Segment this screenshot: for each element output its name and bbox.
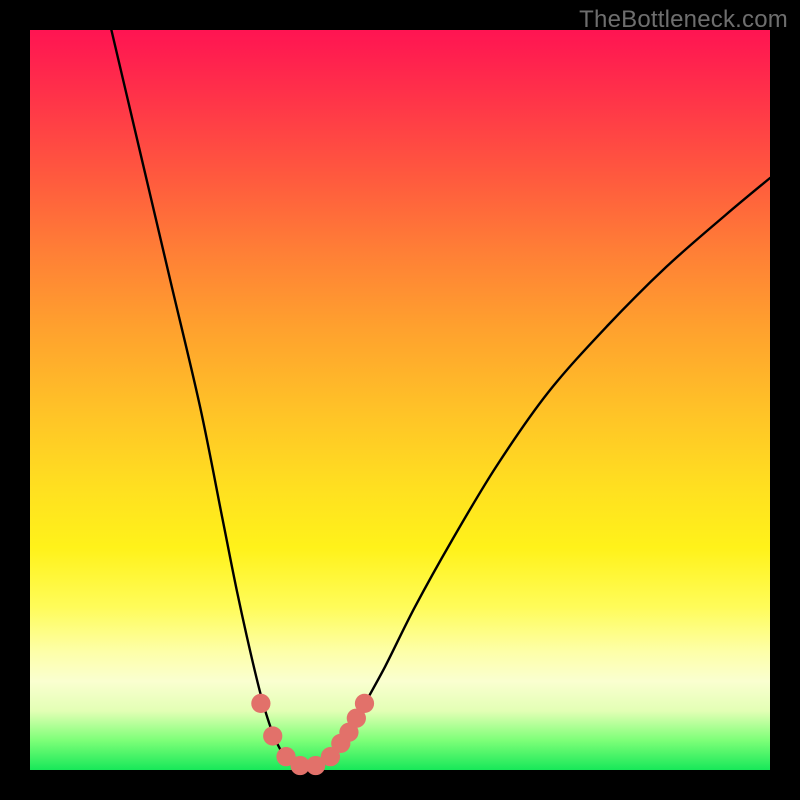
curve-marker: [251, 694, 270, 713]
curve-markers: [251, 694, 374, 775]
curve-marker: [263, 726, 282, 745]
chart-frame: TheBottleneck.com: [0, 0, 800, 800]
bottleneck-curve: [111, 30, 770, 768]
curve-marker: [355, 694, 374, 713]
plot-area: [30, 30, 770, 770]
chart-svg: [30, 30, 770, 770]
